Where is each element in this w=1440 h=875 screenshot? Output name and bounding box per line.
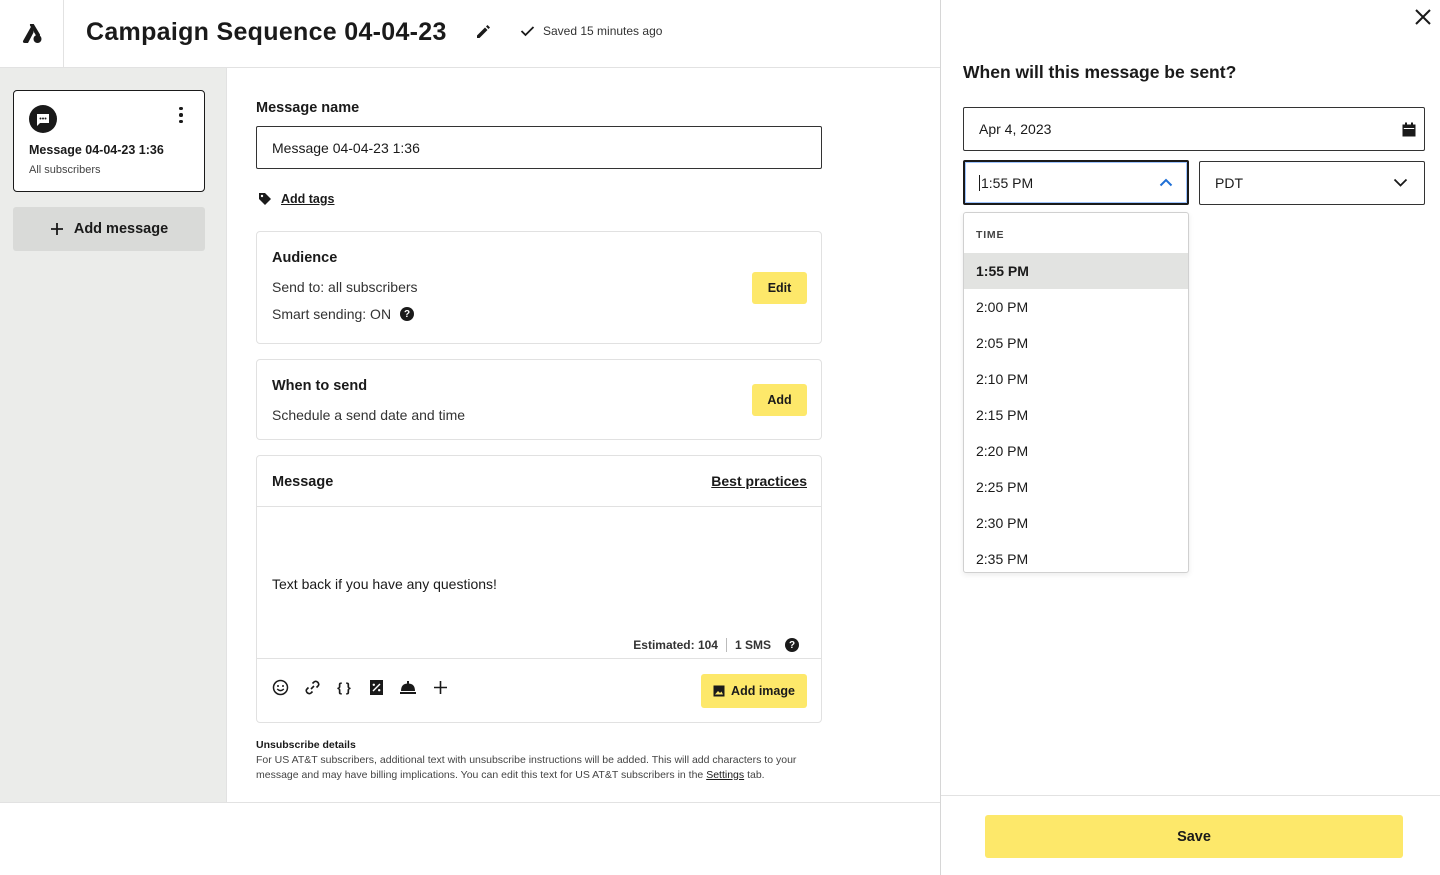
message-name-value: Message 04-04-23 1:36 xyxy=(272,139,420,156)
add-image-button[interactable]: Add image xyxy=(701,674,807,708)
panel-title: When will this message be sent? xyxy=(963,62,1237,82)
saved-status-text: Saved 15 minutes ago xyxy=(543,24,663,38)
message-name-label: Message name xyxy=(256,100,360,116)
concierge-bell-icon[interactable] xyxy=(399,678,417,696)
message-card-title: Message 04-04-23 1:36 xyxy=(29,143,164,157)
time-option[interactable]: 2:10 PM xyxy=(964,361,1188,397)
schedule-panel: When will this message be sent? Apr 4, 2… xyxy=(940,0,1440,875)
timezone-value: PDT xyxy=(1215,175,1243,191)
time-option[interactable]: 2:25 PM xyxy=(964,469,1188,505)
when-to-send-title: When to send xyxy=(272,378,368,394)
unsubscribe-body-end: tab. xyxy=(747,768,765,781)
message-section-title: Message xyxy=(272,474,334,490)
message-card-subtitle: All subscribers xyxy=(29,164,101,176)
timezone-select[interactable]: PDT xyxy=(1199,161,1425,205)
time-option[interactable]: 1:55 PM xyxy=(964,253,1188,289)
audience-send-to: Send to: all subscribers xyxy=(272,279,418,295)
more-options-icon[interactable] xyxy=(174,105,188,125)
unsubscribe-text: For US AT&T subscribers, additional text… xyxy=(256,753,826,782)
smart-sending-row: Smart sending: ON ? xyxy=(272,306,415,322)
smart-sending-text: Smart sending: ON xyxy=(272,306,392,322)
close-icon[interactable] xyxy=(1412,6,1434,28)
plus-icon[interactable] xyxy=(431,678,449,696)
chat-bubble-icon xyxy=(29,105,57,133)
save-button[interactable]: Save xyxy=(985,815,1403,858)
discount-icon[interactable] xyxy=(367,678,385,696)
add-image-label: Add image xyxy=(731,684,795,698)
help-icon[interactable]: ? xyxy=(785,638,799,652)
audience-title: Audience xyxy=(272,250,338,266)
audience-card: Audience Send to: all subscribers Smart … xyxy=(256,231,822,344)
logo-icon xyxy=(22,24,41,43)
plus-icon xyxy=(50,223,63,235)
help-icon[interactable]: ? xyxy=(400,307,415,321)
chevron-up-icon[interactable] xyxy=(1159,178,1173,187)
checkmark-icon xyxy=(520,26,535,37)
time-option[interactable]: 2:05 PM xyxy=(964,325,1188,361)
link-icon[interactable] xyxy=(303,678,321,696)
date-input[interactable]: Apr 4, 2023 xyxy=(963,107,1425,151)
settings-link[interactable]: Settings xyxy=(706,769,744,781)
bottom-strip xyxy=(0,802,940,875)
message-list-column: Message 04-04-23 1:36 All subscribers Ad… xyxy=(0,68,227,802)
time-option[interactable]: 2:30 PM xyxy=(964,505,1188,541)
divider xyxy=(257,506,821,507)
add-tags-label: Add tags xyxy=(281,192,335,206)
page-title: Campaign Sequence 04-04-23 xyxy=(86,18,447,46)
audience-edit-button[interactable]: Edit xyxy=(752,272,807,304)
message-toolbar: { } xyxy=(271,678,449,696)
time-option[interactable]: 2:15 PM xyxy=(964,397,1188,433)
top-header: Campaign Sequence 04-04-23 Saved 15 minu… xyxy=(0,0,940,68)
when-to-send-add-button[interactable]: Add xyxy=(752,384,807,416)
add-tags-link[interactable]: Add tags xyxy=(258,192,334,206)
estimated-count: Estimated: 104 xyxy=(633,638,718,652)
image-icon xyxy=(713,685,725,697)
save-status: Saved 15 minutes ago xyxy=(520,24,662,38)
time-input[interactable]: 1:55 PM xyxy=(963,160,1189,205)
edit-title-icon[interactable] xyxy=(474,22,494,42)
time-option[interactable]: 2:00 PM xyxy=(964,289,1188,325)
message-editor: Message name Message 04-04-23 1:36 Add t… xyxy=(228,68,940,802)
time-option[interactable]: 2:20 PM xyxy=(964,433,1188,469)
message-estimate: Estimated: 104 1 SMS ? xyxy=(633,638,799,652)
message-name-input[interactable]: Message 04-04-23 1:36 xyxy=(256,126,822,169)
message-card-editor: Message Best practices Text back if you … xyxy=(256,455,822,723)
dropdown-header: TIME xyxy=(976,229,1005,241)
time-option[interactable]: 2:35 PM xyxy=(964,541,1188,572)
best-practices-link[interactable]: Best practices xyxy=(711,473,807,489)
divider xyxy=(725,638,727,652)
app-logo[interactable] xyxy=(0,0,64,68)
time-dropdown: TIME 1:55 PM 2:00 PM 2:05 PM 2:10 PM 2:1… xyxy=(963,212,1189,573)
sms-count: 1 SMS xyxy=(734,638,771,652)
panel-footer: Save xyxy=(941,795,1440,875)
add-message-button[interactable]: Add message xyxy=(13,207,205,251)
calendar-icon[interactable] xyxy=(1402,122,1416,137)
variables-icon[interactable]: { } xyxy=(335,678,353,696)
emoji-icon[interactable] xyxy=(271,678,289,696)
date-value: Apr 4, 2023 xyxy=(979,121,1052,137)
divider xyxy=(257,658,821,659)
message-body-text[interactable]: Text back if you have any questions! xyxy=(272,576,497,592)
unsubscribe-title: Unsubscribe details xyxy=(256,739,356,751)
add-message-label: Add message xyxy=(73,221,169,237)
when-to-send-card: When to send Schedule a send date and ti… xyxy=(256,359,822,440)
message-card[interactable]: Message 04-04-23 1:36 All subscribers xyxy=(13,90,205,192)
chevron-down-icon xyxy=(1393,178,1408,187)
tag-icon xyxy=(259,193,271,205)
when-to-send-description: Schedule a send date and time xyxy=(272,407,466,423)
time-value: 1:55 PM xyxy=(981,174,1034,191)
text-cursor xyxy=(979,174,980,191)
